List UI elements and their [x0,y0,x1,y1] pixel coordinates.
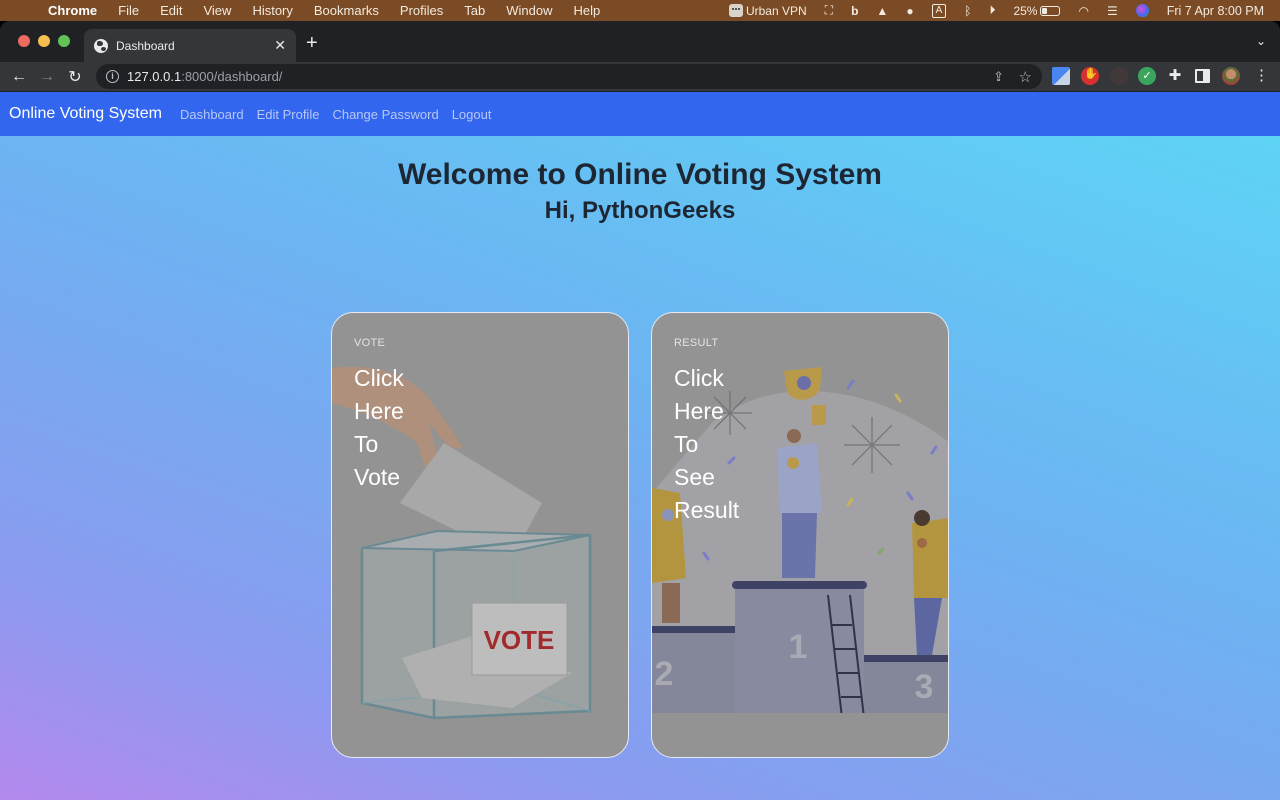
nav-link-logout[interactable]: Logout [452,107,492,122]
address-bar[interactable]: i 127.0.0.1:8000/dashboard/ ⇪ ☆ [96,64,1042,89]
vote-title-line: Click [354,365,404,391]
site-navbar: Online Voting System Dashboard Edit Prof… [0,92,1280,136]
forward-button[interactable]: → [33,68,61,86]
vote-title-line: Vote [354,464,401,490]
chrome-menu-icon[interactable]: ⋮ [1254,67,1269,85]
result-title-line: See [674,464,715,490]
urban-vpn-status[interactable]: Urban VPN [728,3,807,18]
page-content: Online Voting System Dashboard Edit Prof… [0,92,1280,800]
input-source-indicator[interactable]: A [931,3,947,18]
tab-strip: Dashboard ✕ + ⌄ [0,21,1280,62]
macos-menu-bar: Chrome File Edit View History Bookmarks … [0,0,1280,21]
nav-link-change-password[interactable]: Change Password [332,107,438,122]
podium-second: 2 [655,655,674,693]
play-circle-icon[interactable]: ⏵ [989,3,995,18]
menu-app-name[interactable]: Chrome [48,3,97,18]
battery-percent: 25% [1013,3,1038,18]
close-window-button[interactable] [18,35,30,47]
side-panel-icon[interactable] [1195,69,1210,83]
menu-view[interactable]: View [203,3,231,18]
bing-icon[interactable]: b [851,4,858,18]
vpn-robot-icon [728,4,743,17]
back-button[interactable]: ← [5,68,33,86]
window-controls [18,35,70,47]
tab-title: Dashboard [116,38,175,53]
clock[interactable]: Fri 7 Apr 8:00 PM [1167,4,1264,18]
result-card[interactable]: 1 2 3 RESULT Click Here To See Result [651,312,949,758]
page-title: Welcome to Online Voting System [398,158,882,191]
result-title-line: Result [674,497,740,523]
browser-toolbar: ← → ↻ i 127.0.0.1:8000/dashboard/ ⇪ ☆ ✓ … [0,62,1280,91]
menu-profiles[interactable]: Profiles [400,3,443,18]
result-card-label: RESULT [674,337,719,349]
menu-help[interactable]: Help [574,3,601,18]
url-host: 127.0.0.1 [127,69,182,84]
action-cards: VOTE VOTE Click Here To Vote 1 2 3 RESUL… [331,312,949,758]
battery-status[interactable]: 25% [1013,3,1061,18]
disabled-extension-icon[interactable] [1110,67,1128,85]
vpn-label: Urban VPN [745,3,807,18]
vote-title-line: Here [354,398,404,424]
ballot-vote-label: VOTE [484,625,555,655]
vote-card-label: VOTE [354,337,386,349]
globe-icon [94,38,108,53]
input-source-label: A [931,3,947,18]
menu-file[interactable]: File [118,3,139,18]
vote-card[interactable]: VOTE VOTE Click Here To Vote [331,312,629,758]
menu-bookmarks[interactable]: Bookmarks [314,3,379,18]
result-card-title[interactable]: Click Here To See Result [674,362,739,527]
minimize-window-button[interactable] [38,35,50,47]
screen-capture-icon[interactable]: ⛶ [825,3,833,18]
navbar-brand[interactable]: Online Voting System [9,105,162,123]
result-title-line: Click [674,365,724,391]
battery-icon [1040,5,1061,16]
tab-search-chevron-icon[interactable]: ⌄ [1256,34,1266,48]
profile-avatar[interactable] [1222,67,1240,85]
result-title-line: To [674,431,699,457]
extensions-puzzle-icon[interactable]: ✚ [1166,67,1184,85]
tab-dashboard[interactable]: Dashboard ✕ [84,29,296,62]
maximize-window-button[interactable] [58,35,70,47]
control-center-icon[interactable]: ☰ [1107,4,1118,18]
share-icon[interactable]: ⇪ [993,69,1004,85]
user-greeting: Hi, PythonGeeks [544,197,736,224]
url-path: :8000/dashboard/ [181,69,283,84]
adblock-extension-icon[interactable] [1081,67,1099,85]
new-tab-button[interactable]: + [306,31,318,55]
siri-icon[interactable] [1135,4,1149,17]
app-status-icon[interactable]: ● [906,4,913,18]
menu-edit[interactable]: Edit [160,3,182,18]
menu-window[interactable]: Window [506,3,552,18]
podium-third: 3 [915,668,934,706]
close-tab-icon[interactable]: ✕ [274,37,286,54]
podium-first: 1 [789,628,808,666]
menu-tab[interactable]: Tab [464,3,485,18]
vote-title-line: To [354,431,379,457]
nav-link-dashboard[interactable]: Dashboard [180,107,244,122]
checkmark-extension-icon[interactable]: ✓ [1138,67,1156,85]
vote-card-title[interactable]: Click Here To Vote [354,362,404,494]
bookmark-star-icon[interactable]: ☆ [1019,68,1032,86]
bluetooth-icon[interactable]: ᛒ [964,4,971,18]
menu-history[interactable]: History [252,3,292,18]
nav-link-edit-profile[interactable]: Edit Profile [257,107,320,122]
reload-button[interactable]: ↻ [61,67,89,87]
vlc-icon[interactable]: ▲ [876,4,888,18]
browser-window: Dashboard ✕ + ⌄ ← → ↻ i 127.0.0.1:8000/d… [0,21,1280,800]
google-translate-extension-icon[interactable] [1052,67,1070,85]
result-title-line: Here [674,398,724,424]
wifi-icon[interactable]: ◠ [1078,4,1088,18]
site-info-icon[interactable]: i [106,70,119,83]
status-area: Urban VPN ⛶ b ▲ ● A ᛒ ⏵ 25% ◠ ☰ Fri 7 Ap… [711,3,1280,18]
